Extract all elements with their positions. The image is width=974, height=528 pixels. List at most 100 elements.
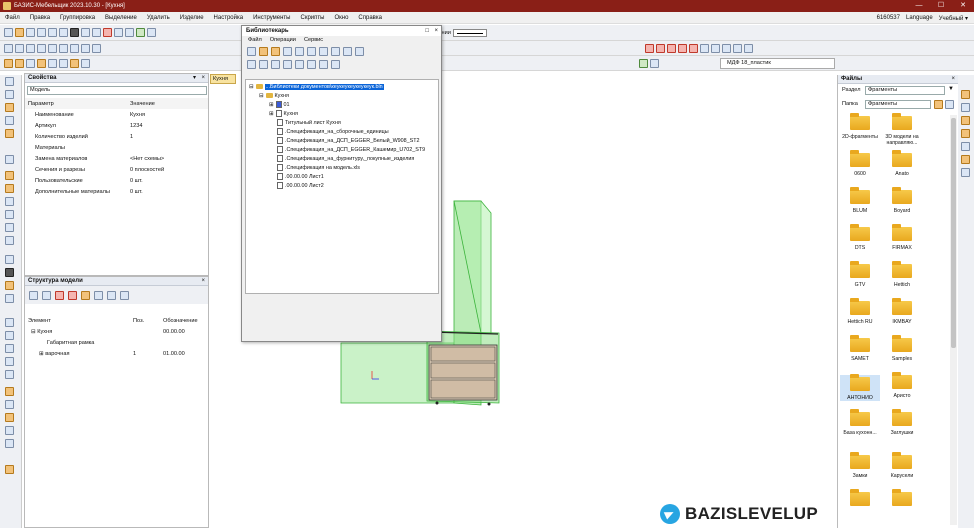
text-icon[interactable] [81, 43, 90, 53]
file-item[interactable]: 3D модели на направляю... [882, 113, 922, 146]
file-item[interactable]: BLUM [840, 187, 880, 214]
language-menu[interactable]: Language [906, 15, 933, 21]
lib-search-icon[interactable] [319, 60, 328, 69]
file-item[interactable]: DTS [840, 224, 880, 251]
snap-icon[interactable] [92, 28, 101, 37]
close-button[interactable]: ✕ [952, 0, 974, 12]
files-scrollbar[interactable] [950, 115, 957, 525]
panel-vertical-icon[interactable] [656, 43, 665, 53]
menu-file[interactable]: Файл [0, 15, 25, 21]
tree-row[interactable]: ⊟ Кухня 00.00.00 [25, 326, 208, 337]
lib-folder-icon[interactable] [271, 47, 280, 56]
print-icon[interactable] [37, 28, 46, 37]
isolate-icon[interactable] [5, 344, 14, 353]
view-right-icon[interactable] [5, 129, 14, 138]
menu-tools[interactable]: Инструменты [248, 15, 295, 21]
menu-edit[interactable]: Правка [25, 15, 55, 21]
object-selector[interactable]: Модель [27, 86, 207, 95]
magnet-icon[interactable] [103, 28, 112, 37]
menu-delete[interactable]: Удалить [142, 15, 175, 21]
cube-front-icon[interactable] [5, 171, 14, 180]
cube-top-icon[interactable] [5, 197, 14, 206]
lib-down-icon[interactable] [355, 47, 364, 56]
right-tool-2-icon[interactable] [961, 103, 970, 112]
tree-root[interactable]: ⊟ ...Библиотеки документов\кеукеукеукеук… [249, 82, 384, 91]
right-tool-6-icon[interactable] [961, 155, 970, 164]
render-icon[interactable] [5, 268, 14, 277]
tree-row[interactable]: ⊞ варочная 1 01.00.00 [25, 348, 208, 359]
box-icon[interactable] [4, 58, 13, 68]
undo-icon[interactable] [48, 28, 57, 37]
sphere-icon[interactable] [70, 58, 79, 68]
prop-row[interactable]: Пользовательские 0 шт. [25, 175, 208, 186]
lib-delete-icon[interactable] [331, 47, 340, 56]
lib-print2-icon[interactable] [271, 60, 280, 69]
extrude-icon[interactable] [15, 58, 24, 68]
tree-item[interactable]: .Спецификация_на_сборочные_единицы [277, 127, 389, 136]
file-item[interactable]: База кухонн... [840, 409, 880, 436]
report-icon[interactable] [5, 387, 14, 396]
dimension-icon[interactable] [70, 43, 79, 53]
lib-insert-icon[interactable] [307, 47, 316, 56]
file-item[interactable]: Hettich [882, 261, 922, 288]
file-item[interactable]: GTV [840, 261, 880, 288]
pin-icon[interactable]: ▾ [193, 74, 196, 83]
menu-group[interactable]: Группировка [55, 15, 100, 21]
tree-delete-icon[interactable] [55, 290, 64, 300]
librarian-float-icon[interactable]: □ [425, 26, 429, 36]
folder-up-icon[interactable] [934, 100, 943, 109]
tree-expand-icon[interactable] [29, 290, 38, 300]
shade-icon[interactable] [5, 294, 14, 303]
grid-icon[interactable] [81, 28, 90, 37]
new-doc-icon[interactable] [4, 28, 13, 37]
torus-icon[interactable] [81, 58, 90, 68]
view-top-icon[interactable] [5, 90, 14, 99]
export-icon[interactable] [5, 439, 14, 448]
panel-icon[interactable] [645, 43, 654, 53]
light-icon[interactable] [5, 255, 14, 264]
circle-icon[interactable] [26, 43, 35, 53]
connector-icon[interactable] [744, 43, 753, 53]
menu-settings[interactable]: Настройка [209, 15, 249, 21]
material-field[interactable]: МДФ 18_пластик [720, 58, 835, 69]
edit-icon[interactable] [5, 400, 14, 409]
spline-icon[interactable] [59, 43, 68, 53]
prop-row[interactable]: Материалы [25, 142, 208, 153]
lib-menu-operations[interactable]: Операции [270, 36, 296, 45]
material-icon[interactable] [639, 58, 648, 68]
menu-product[interactable]: Изделие [175, 15, 209, 21]
prop-row[interactable]: Дополнительные материалы 0 шт. [25, 186, 208, 197]
lib-export-icon[interactable] [295, 60, 304, 69]
file-item[interactable] [882, 489, 922, 510]
lib-up-icon[interactable] [343, 47, 352, 56]
tree-row[interactable]: Габаритная рамка [25, 337, 208, 348]
cube-back-icon[interactable] [5, 184, 14, 193]
file-item[interactable]: Заглушки [882, 409, 922, 436]
view-iso-icon[interactable] [5, 116, 14, 125]
file-item[interactable]: Samples [882, 335, 922, 362]
polyline-icon[interactable] [48, 43, 57, 53]
hatch-icon[interactable] [92, 43, 101, 53]
tree-settings-icon[interactable] [120, 290, 129, 300]
lib-preview-icon[interactable] [259, 60, 268, 69]
folder-icon[interactable] [5, 465, 14, 474]
tree-item[interactable]: ⊞ 01 [269, 100, 290, 109]
file-item[interactable]: Hettich RU [840, 298, 880, 325]
lib-menu-service[interactable]: Сервис [304, 36, 323, 45]
cube-left-icon[interactable] [5, 223, 14, 232]
sum-icon[interactable] [961, 142, 970, 151]
file-item[interactable]: Карусели [882, 452, 922, 479]
view-left-icon[interactable] [5, 103, 14, 112]
tree-search-icon[interactable] [81, 290, 90, 300]
folder-options-icon[interactable] [945, 100, 954, 109]
file-item[interactable]: FIRMAX [882, 224, 922, 251]
document-tab[interactable]: Кухня [210, 74, 236, 84]
show-icon[interactable] [5, 331, 14, 340]
revolve-icon[interactable] [26, 58, 35, 68]
tree-item[interactable]: .00.00.00 Лист2 [277, 181, 324, 190]
lib-pdf-icon[interactable] [307, 60, 316, 69]
open-icon[interactable] [15, 28, 24, 37]
cone-icon[interactable] [59, 58, 68, 68]
prop-row[interactable]: Сечения и разрезы 0 плоскостей [25, 164, 208, 175]
cube-right-icon[interactable] [5, 236, 14, 245]
